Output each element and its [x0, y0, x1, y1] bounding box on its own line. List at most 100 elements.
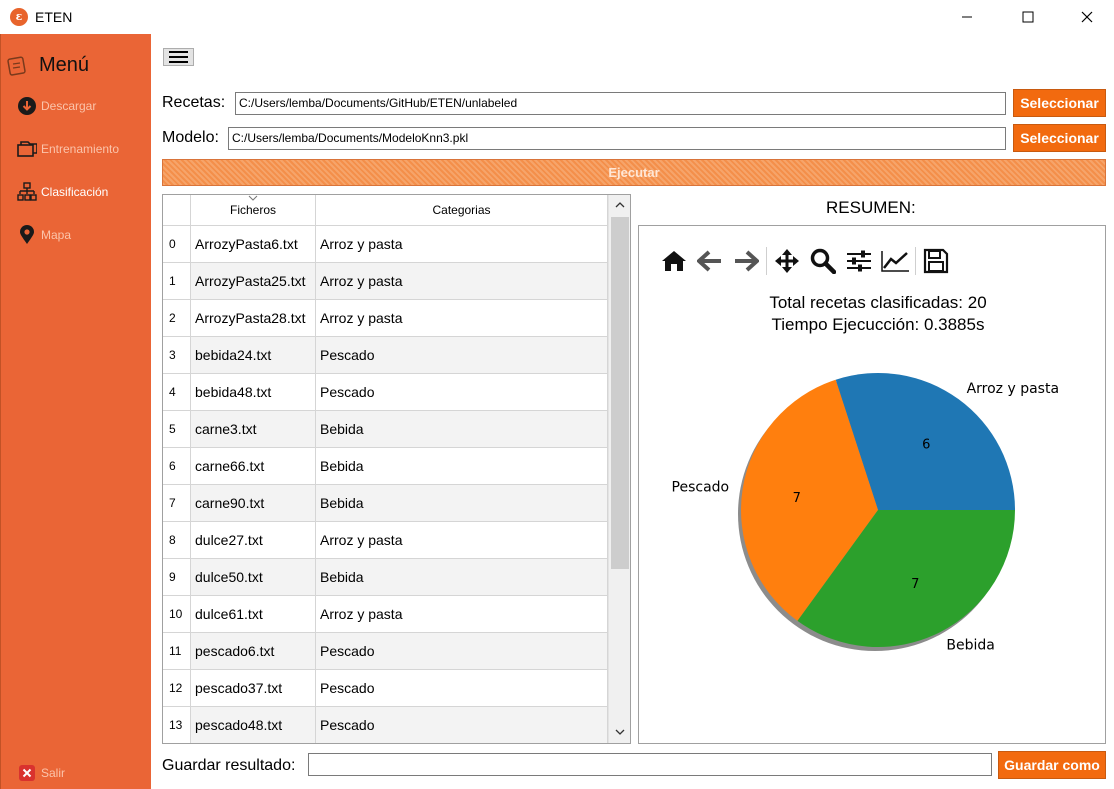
recetas-path-input[interactable]: C:/Users/lemba/Documents/GitHub/ETEN/unl…	[235, 92, 1006, 115]
row-index[interactable]: 10	[163, 596, 191, 632]
row-index[interactable]: 0	[163, 226, 191, 262]
cell-categoria[interactable]: Pescado	[316, 707, 608, 743]
table-row[interactable]: 0 ArrozyPasta6.txt Arroz y pasta	[163, 226, 608, 263]
row-index[interactable]: 5	[163, 411, 191, 447]
cell-categoria[interactable]: Arroz y pasta	[316, 596, 608, 632]
row-index[interactable]: 8	[163, 522, 191, 558]
sidebar-item-label: Clasificación	[41, 185, 109, 199]
recetas-label: Recetas:	[162, 94, 226, 111]
summary-plot-panel: Total recetas clasificadas: 20 Tiempo Ej…	[638, 225, 1106, 744]
cell-fichero[interactable]: bebida48.txt	[191, 374, 316, 410]
column-header-categorias[interactable]: Categorias	[316, 195, 608, 225]
pie-value-label: 7	[793, 491, 801, 506]
row-index[interactable]: 1	[163, 263, 191, 299]
sitemap-icon	[17, 182, 37, 202]
table-header: Ficheros Categorias	[163, 195, 608, 226]
table-row[interactable]: 10 dulce61.txt Arroz y pasta	[163, 596, 608, 633]
sidebar-item-descargar[interactable]: Descargar	[17, 96, 96, 116]
row-index[interactable]: 11	[163, 633, 191, 669]
vertical-scrollbar[interactable]	[608, 195, 630, 743]
title-bar: ε ETEN	[0, 0, 1114, 34]
cell-categoria[interactable]: Arroz y pasta	[316, 522, 608, 558]
table-row[interactable]: 1 ArrozyPasta25.txt Arroz y pasta	[163, 263, 608, 300]
row-index[interactable]: 7	[163, 485, 191, 521]
exit-label: Salir	[41, 766, 66, 780]
scroll-down-button[interactable]	[609, 722, 630, 742]
cell-categoria[interactable]: Arroz y pasta	[316, 226, 608, 262]
sidebar-item-mapa[interactable]: Mapa	[17, 225, 71, 245]
table-row[interactable]: 3 bebida24.txt Pescado	[163, 337, 608, 374]
row-index[interactable]: 13	[163, 707, 191, 743]
close-button[interactable]	[1064, 0, 1110, 34]
cell-categoria[interactable]: Bebida	[316, 448, 608, 484]
hamburger-menu-button[interactable]	[163, 48, 194, 66]
summary-heading: RESUMEN:	[826, 198, 916, 217]
cell-categoria[interactable]: Bebida	[316, 559, 608, 595]
cell-fichero[interactable]: carne66.txt	[191, 448, 316, 484]
cell-fichero[interactable]: ArrozyPasta25.txt	[191, 263, 316, 299]
table-row[interactable]: 6 carne66.txt Bebida	[163, 448, 608, 485]
select-modelo-button[interactable]: Seleccionar	[1013, 124, 1106, 152]
table-row[interactable]: 11 pescado6.txt Pescado	[163, 633, 608, 670]
sidebar-item-entrenamiento[interactable]: Entrenamiento	[17, 139, 119, 159]
sidebar-item-clasificacion[interactable]: Clasificación	[17, 182, 108, 202]
row-index[interactable]: 4	[163, 374, 191, 410]
row-index[interactable]: 9	[163, 559, 191, 595]
cell-categoria[interactable]: Arroz y pasta	[316, 263, 608, 299]
cell-fichero[interactable]: carne3.txt	[191, 411, 316, 447]
table-corner[interactable]	[163, 195, 191, 225]
table-row[interactable]: 13 pescado48.txt Pescado	[163, 707, 608, 743]
pie-category-label: Pescado	[672, 479, 730, 495]
row-index[interactable]: 2	[163, 300, 191, 336]
cell-categoria[interactable]: Pescado	[316, 337, 608, 373]
cell-fichero[interactable]: dulce27.txt	[191, 522, 316, 558]
menu-heading[interactable]: Menú	[7, 54, 89, 77]
exit-button[interactable]: Salir	[17, 763, 65, 783]
maximize-icon	[1022, 11, 1034, 23]
app-logo-icon: ε	[10, 8, 28, 26]
cell-categoria[interactable]: Bebida	[316, 485, 608, 521]
minimize-button[interactable]	[944, 0, 990, 34]
save-result-input[interactable]	[308, 753, 992, 776]
cell-categoria[interactable]: Arroz y pasta	[316, 300, 608, 336]
row-index[interactable]: 6	[163, 448, 191, 484]
table-row[interactable]: 4 bebida48.txt Pescado	[163, 374, 608, 411]
scroll-up-button[interactable]	[609, 195, 630, 215]
select-recetas-button[interactable]: Seleccionar	[1013, 89, 1106, 117]
column-header-ficheros[interactable]: Ficheros	[191, 195, 316, 225]
results-table: Ficheros Categorias 0 ArrozyPasta6.txt Arr…	[162, 194, 631, 744]
cell-categoria[interactable]: Pescado	[316, 374, 608, 410]
cell-fichero[interactable]: pescado48.txt	[191, 707, 316, 743]
table-row[interactable]: 2 ArrozyPasta28.txt Arroz y pasta	[163, 300, 608, 337]
maximize-button[interactable]	[1005, 0, 1051, 34]
scrollbar-thumb[interactable]	[611, 217, 629, 569]
table-row[interactable]: 8 dulce27.txt Arroz y pasta	[163, 522, 608, 559]
cell-fichero[interactable]: dulce61.txt	[191, 596, 316, 632]
table-body: 0 ArrozyPasta6.txt Arroz y pasta 1 ArrozyPas…	[163, 226, 608, 743]
cell-fichero[interactable]: bebida24.txt	[191, 337, 316, 373]
cell-categoria[interactable]: Bebida	[316, 411, 608, 447]
row-index[interactable]: 12	[163, 670, 191, 706]
table-row[interactable]: 5 carne3.txt Bebida	[163, 411, 608, 448]
table-row[interactable]: 12 pescado37.txt Pescado	[163, 670, 608, 707]
chevron-up-icon	[615, 202, 625, 208]
sidebar-item-label: Entrenamiento	[41, 142, 120, 156]
cell-fichero[interactable]: pescado37.txt	[191, 670, 316, 706]
cell-fichero[interactable]: ArrozyPasta6.txt	[191, 226, 316, 262]
cell-fichero[interactable]: carne90.txt	[191, 485, 316, 521]
exit-icon	[17, 763, 37, 783]
folders-icon	[17, 139, 37, 159]
cell-categoria[interactable]: Pescado	[316, 633, 608, 669]
cell-fichero[interactable]: dulce50.txt	[191, 559, 316, 595]
cell-categoria[interactable]: Pescado	[316, 670, 608, 706]
modelo-path-input[interactable]: C:/Users/lemba/Documents/ModeloKnn3.pkl	[228, 127, 1006, 150]
row-index[interactable]: 3	[163, 337, 191, 373]
save-as-button[interactable]: Guardar como	[998, 751, 1106, 779]
table-row[interactable]: 7 carne90.txt Bebida	[163, 485, 608, 522]
cell-fichero[interactable]: ArrozyPasta28.txt	[191, 300, 316, 336]
chevron-down-icon	[615, 729, 625, 735]
table-row[interactable]: 9 dulce50.txt Bebida	[163, 559, 608, 596]
window-title: ETEN	[35, 9, 73, 25]
cell-fichero[interactable]: pescado6.txt	[191, 633, 316, 669]
run-button[interactable]: Ejecutar	[162, 159, 1106, 186]
